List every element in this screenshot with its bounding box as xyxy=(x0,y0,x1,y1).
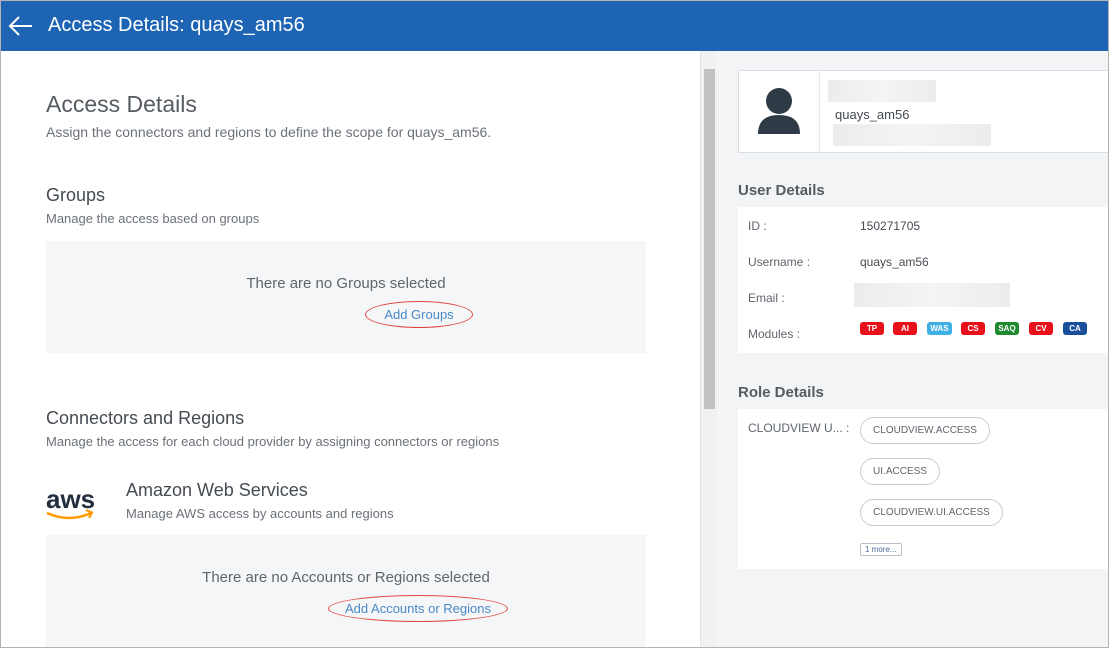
id-label: ID : xyxy=(748,219,767,233)
arrow-left-icon xyxy=(8,16,32,36)
permission-pill: CLOUDVIEW.UI.ACCESS xyxy=(860,499,1003,526)
aws-logo: aws xyxy=(45,483,97,523)
username-label: Username : xyxy=(748,255,811,269)
access-details-description: Assign the connectors and regions to def… xyxy=(46,124,492,140)
modules-label: Modules : xyxy=(748,327,801,341)
module-badge-tp: TP xyxy=(860,322,884,335)
connectors-subtitle: Manage the access for each cloud provide… xyxy=(46,434,500,449)
profile-username: quays_am56 xyxy=(835,107,910,122)
permission-pill: UI.ACCESS xyxy=(860,458,940,485)
user-side-panel: quays_am56 User Details ID : 150271705 U… xyxy=(717,51,1108,647)
more-permissions-link[interactable]: 1 more... xyxy=(860,543,902,556)
module-badge-was: WAS xyxy=(927,322,952,335)
main-scrollbar[interactable] xyxy=(700,51,717,647)
id-value: 150271705 xyxy=(860,219,921,233)
add-accounts-regions-link[interactable]: Add Accounts or Regions xyxy=(328,595,508,622)
modules-list: TP AI WAS CS SAQ CV CA xyxy=(860,322,1100,335)
groups-empty-panel: There are no Groups selected Add Groups xyxy=(46,241,646,353)
user-details-title: User Details xyxy=(738,182,825,199)
app-window: Access Details: quays_am56 Access Detail… xyxy=(0,0,1109,648)
redacted-email-value xyxy=(854,283,1010,307)
role-details-title: Role Details xyxy=(738,384,824,401)
groups-title: Groups xyxy=(46,185,106,205)
main-content: Access Details Assign the connectors and… xyxy=(1,51,700,647)
profile-card: quays_am56 xyxy=(738,70,1108,153)
user-details-panel: ID : 150271705 Username : quays_am56 Ema… xyxy=(738,207,1108,353)
svg-text:aws: aws xyxy=(46,484,95,514)
page-header: Access Details: quays_am56 xyxy=(1,1,1108,51)
user-avatar-icon xyxy=(758,88,800,134)
username-value: quays_am56 xyxy=(860,255,929,269)
module-badge-ai: AI xyxy=(893,322,917,335)
module-badge-cs: CS xyxy=(961,322,985,335)
redacted-email xyxy=(833,124,991,146)
groups-subtitle: Manage the access based on groups xyxy=(46,211,260,226)
groups-empty-text: There are no Groups selected xyxy=(246,275,446,292)
permission-pill: CLOUDVIEW.ACCESS xyxy=(860,417,990,444)
back-button[interactable] xyxy=(6,11,36,41)
avatar xyxy=(739,71,820,152)
module-badge-saq: SAQ xyxy=(995,322,1019,335)
email-label: Email : xyxy=(748,291,785,305)
module-badge-ca: CA xyxy=(1063,322,1087,335)
aws-subtitle: Manage AWS access by accounts and region… xyxy=(126,506,394,521)
role-label: CLOUDVIEW U... : xyxy=(748,421,850,435)
module-badge-cv: CV xyxy=(1029,322,1053,335)
scrollbar-thumb[interactable] xyxy=(704,69,715,409)
aws-title: Amazon Web Services xyxy=(126,480,308,500)
access-details-heading: Access Details xyxy=(46,91,197,117)
redacted-full-name xyxy=(828,80,936,102)
page-title: Access Details: quays_am56 xyxy=(48,14,305,36)
add-groups-link[interactable]: Add Groups xyxy=(365,301,473,328)
role-details-panel: CLOUDVIEW U... : CLOUDVIEW.ACCESS UI.ACC… xyxy=(738,409,1108,569)
aws-empty-panel: There are no Accounts or Regions selecte… xyxy=(46,535,646,647)
aws-empty-text: There are no Accounts or Regions selecte… xyxy=(202,569,490,586)
connectors-title: Connectors and Regions xyxy=(46,408,245,428)
